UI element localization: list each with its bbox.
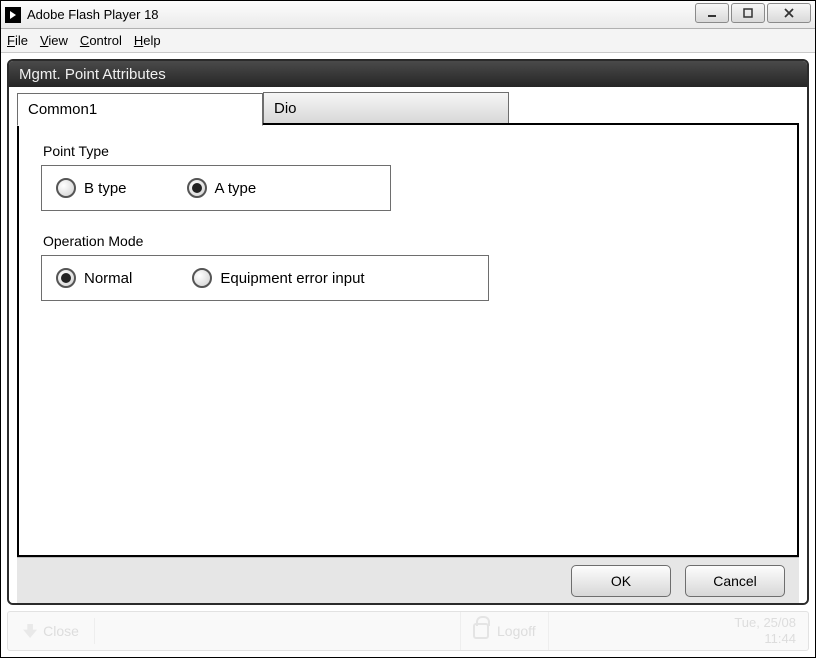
radio-label: Normal <box>84 270 132 287</box>
operation-mode-group: Normal Equipment error input <box>41 255 489 301</box>
tab-label: Common1 <box>28 101 97 118</box>
radio-label: Equipment error input <box>220 270 364 287</box>
button-label: Cancel <box>713 573 757 589</box>
radio-b-type[interactable]: B type <box>56 178 127 198</box>
minimize-button[interactable] <box>695 3 729 23</box>
menu-view[interactable]: View <box>40 33 68 48</box>
tab-content: Point Type B type A type Operation Mode <box>17 123 799 557</box>
status-close-button[interactable]: Close <box>8 612 94 650</box>
ok-button[interactable]: OK <box>571 565 671 597</box>
dialog-button-row: OK Cancel <box>17 557 799 603</box>
menu-help[interactable]: Help <box>134 33 161 48</box>
tab-dio[interactable]: Dio <box>263 92 509 124</box>
minimize-icon <box>706 7 718 19</box>
menu-control[interactable]: Control <box>80 33 122 48</box>
button-label: OK <box>611 573 631 589</box>
radio-icon <box>56 268 76 288</box>
lock-icon <box>473 623 489 639</box>
status-logoff-button[interactable]: Logoff <box>460 612 549 650</box>
close-button[interactable] <box>767 3 811 23</box>
point-type-group: B type A type <box>41 165 391 211</box>
status-logoff-label: Logoff <box>497 623 536 639</box>
panel-body: Common1 Dio Point Type B type <box>9 87 807 603</box>
status-close-label: Close <box>43 623 79 639</box>
menubar: File View Control Help <box>1 29 815 53</box>
panel-title: Mgmt. Point Attributes <box>9 61 807 87</box>
status-bar: Close Logoff Tue, 25/08 11:44 <box>7 611 809 651</box>
window-controls <box>693 3 811 23</box>
radio-icon <box>187 178 207 198</box>
cancel-button[interactable]: Cancel <box>685 565 785 597</box>
menu-file[interactable]: File <box>7 33 28 48</box>
client-area: Mgmt. Point Attributes Common1 Dio Point… <box>1 53 815 657</box>
point-type-label: Point Type <box>43 143 775 159</box>
radio-equipment-error[interactable]: Equipment error input <box>192 268 364 288</box>
status-time: 11:44 <box>734 631 796 647</box>
window-titlebar: Adobe Flash Player 18 <box>1 1 815 29</box>
point-type-section: Point Type B type A type <box>41 143 775 211</box>
operation-mode-section: Operation Mode Normal Equipment error in… <box>41 233 775 301</box>
tab-label: Dio <box>274 100 297 117</box>
down-arrow-icon <box>23 624 37 638</box>
tab-common1[interactable]: Common1 <box>17 93 263 126</box>
tab-strip: Common1 Dio <box>17 91 799 123</box>
status-datetime: Tue, 25/08 11:44 <box>734 615 796 647</box>
radio-icon <box>192 268 212 288</box>
operation-mode-label: Operation Mode <box>43 233 775 249</box>
window-title: Adobe Flash Player 18 <box>27 7 159 22</box>
radio-label: B type <box>84 180 127 197</box>
maximize-button[interactable] <box>731 3 765 23</box>
radio-label: A type <box>215 180 257 197</box>
maximize-icon <box>742 7 754 19</box>
app-icon <box>5 7 21 23</box>
radio-a-type[interactable]: A type <box>187 178 257 198</box>
close-icon <box>783 7 795 19</box>
separator <box>94 618 95 645</box>
radio-normal[interactable]: Normal <box>56 268 132 288</box>
radio-icon <box>56 178 76 198</box>
mgmt-point-panel: Mgmt. Point Attributes Common1 Dio Point… <box>7 59 809 605</box>
status-date: Tue, 25/08 <box>734 615 796 631</box>
